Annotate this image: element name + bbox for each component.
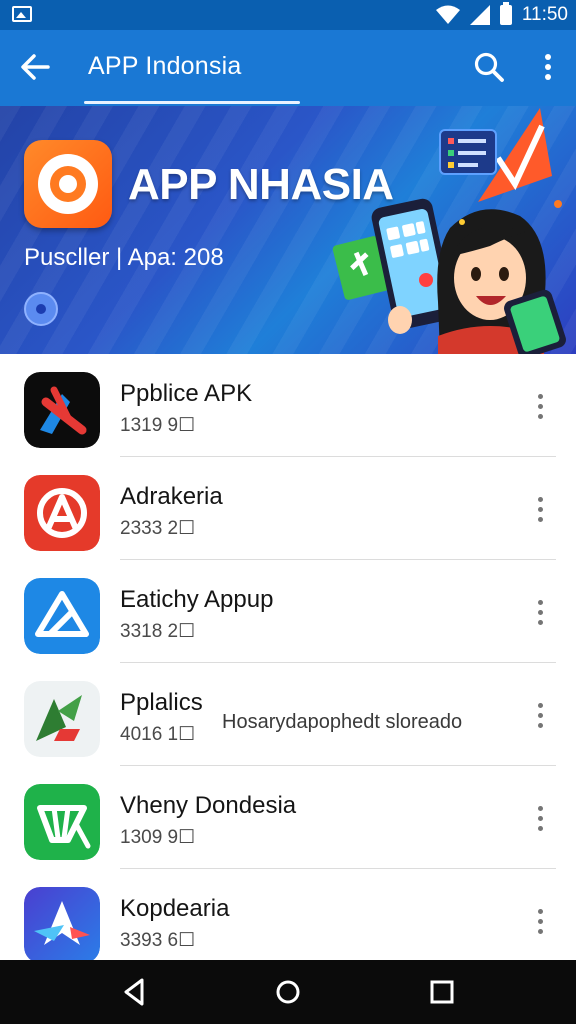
recents-nav-icon[interactable]	[426, 976, 458, 1008]
app-name: Vheny Dondesia	[120, 792, 297, 819]
banner-badge-icon	[24, 292, 58, 326]
home-nav-icon[interactable]	[272, 976, 304, 1008]
app-bar: APP Indonsia	[0, 30, 576, 106]
app-name: Ppblice APK	[120, 380, 253, 407]
list-item[interactable]: Ppblice APK 1319 9☐	[0, 354, 576, 457]
app-meta: 2333 2☐	[120, 518, 196, 539]
more-vert-icon[interactable]	[528, 596, 552, 630]
list-item[interactable]: Adrakeria 2333 2☐	[0, 457, 576, 560]
more-vert-icon[interactable]	[528, 493, 552, 527]
character-illustration	[332, 108, 566, 354]
image-notification-icon	[12, 6, 32, 22]
app-icon-kopdearia	[24, 887, 100, 960]
more-vert-icon[interactable]	[528, 390, 552, 424]
app-bar-title: APP Indonsia	[88, 52, 242, 80]
app-meta: 1319 9☐	[120, 415, 196, 436]
app-meta: 1309 9☐	[120, 827, 196, 848]
tab-indicator	[84, 101, 300, 104]
search-icon[interactable]	[472, 50, 506, 84]
signal-icon	[469, 5, 490, 25]
back-arrow-icon[interactable]	[18, 52, 52, 82]
more-vert-icon[interactable]	[528, 699, 552, 733]
app-name: Adrakeria	[120, 483, 223, 510]
wifi-icon	[435, 5, 460, 24]
list-item[interactable]: Eatichy Appup 3318 2☐	[0, 560, 576, 663]
app-icon-vheny	[24, 784, 100, 860]
app-icon-eatichy	[24, 578, 100, 654]
back-nav-icon[interactable]	[118, 976, 150, 1008]
app-name: Pplalics	[120, 689, 203, 716]
app-icon-pplalics	[24, 681, 100, 757]
app-meta: 4016 1☐	[120, 724, 196, 745]
status-time: 11:50	[521, 4, 568, 25]
list-item[interactable]: Pplalics 4016 1☐ Hosarydapophedt sloread…	[0, 663, 576, 766]
banner-subline: Puscller | Apa: 208	[24, 244, 224, 271]
app-name: Kopdearia	[120, 895, 230, 922]
promo-banner[interactable]: APP NHASIA Puscller | Apa: 208	[0, 106, 576, 354]
app-description: Hosarydapophedt sloreado	[222, 711, 463, 733]
app-name: Eatichy Appup	[120, 586, 274, 613]
app-meta: 3393 6☐	[120, 930, 196, 951]
more-vert-icon[interactable]	[528, 905, 552, 939]
more-vert-icon[interactable]	[528, 802, 552, 836]
app-icon-ppblice	[24, 372, 100, 448]
battery-icon	[499, 2, 512, 25]
more-vert-icon[interactable]	[536, 50, 560, 84]
list-item[interactable]: Kopdearia 3393 6☐	[0, 869, 576, 960]
app-logo-icon	[24, 140, 112, 228]
app-meta: 3318 2☐	[120, 621, 196, 642]
app-list: Ppblice APK 1319 9☐ Adrakeria 2333 2☐ Ea…	[0, 354, 576, 960]
system-nav-bar	[0, 960, 576, 1024]
app-icon-adrakeria	[24, 475, 100, 551]
list-item[interactable]: Vheny Dondesia 1309 9☐	[0, 766, 576, 869]
status-bar: 11:50	[0, 0, 576, 30]
